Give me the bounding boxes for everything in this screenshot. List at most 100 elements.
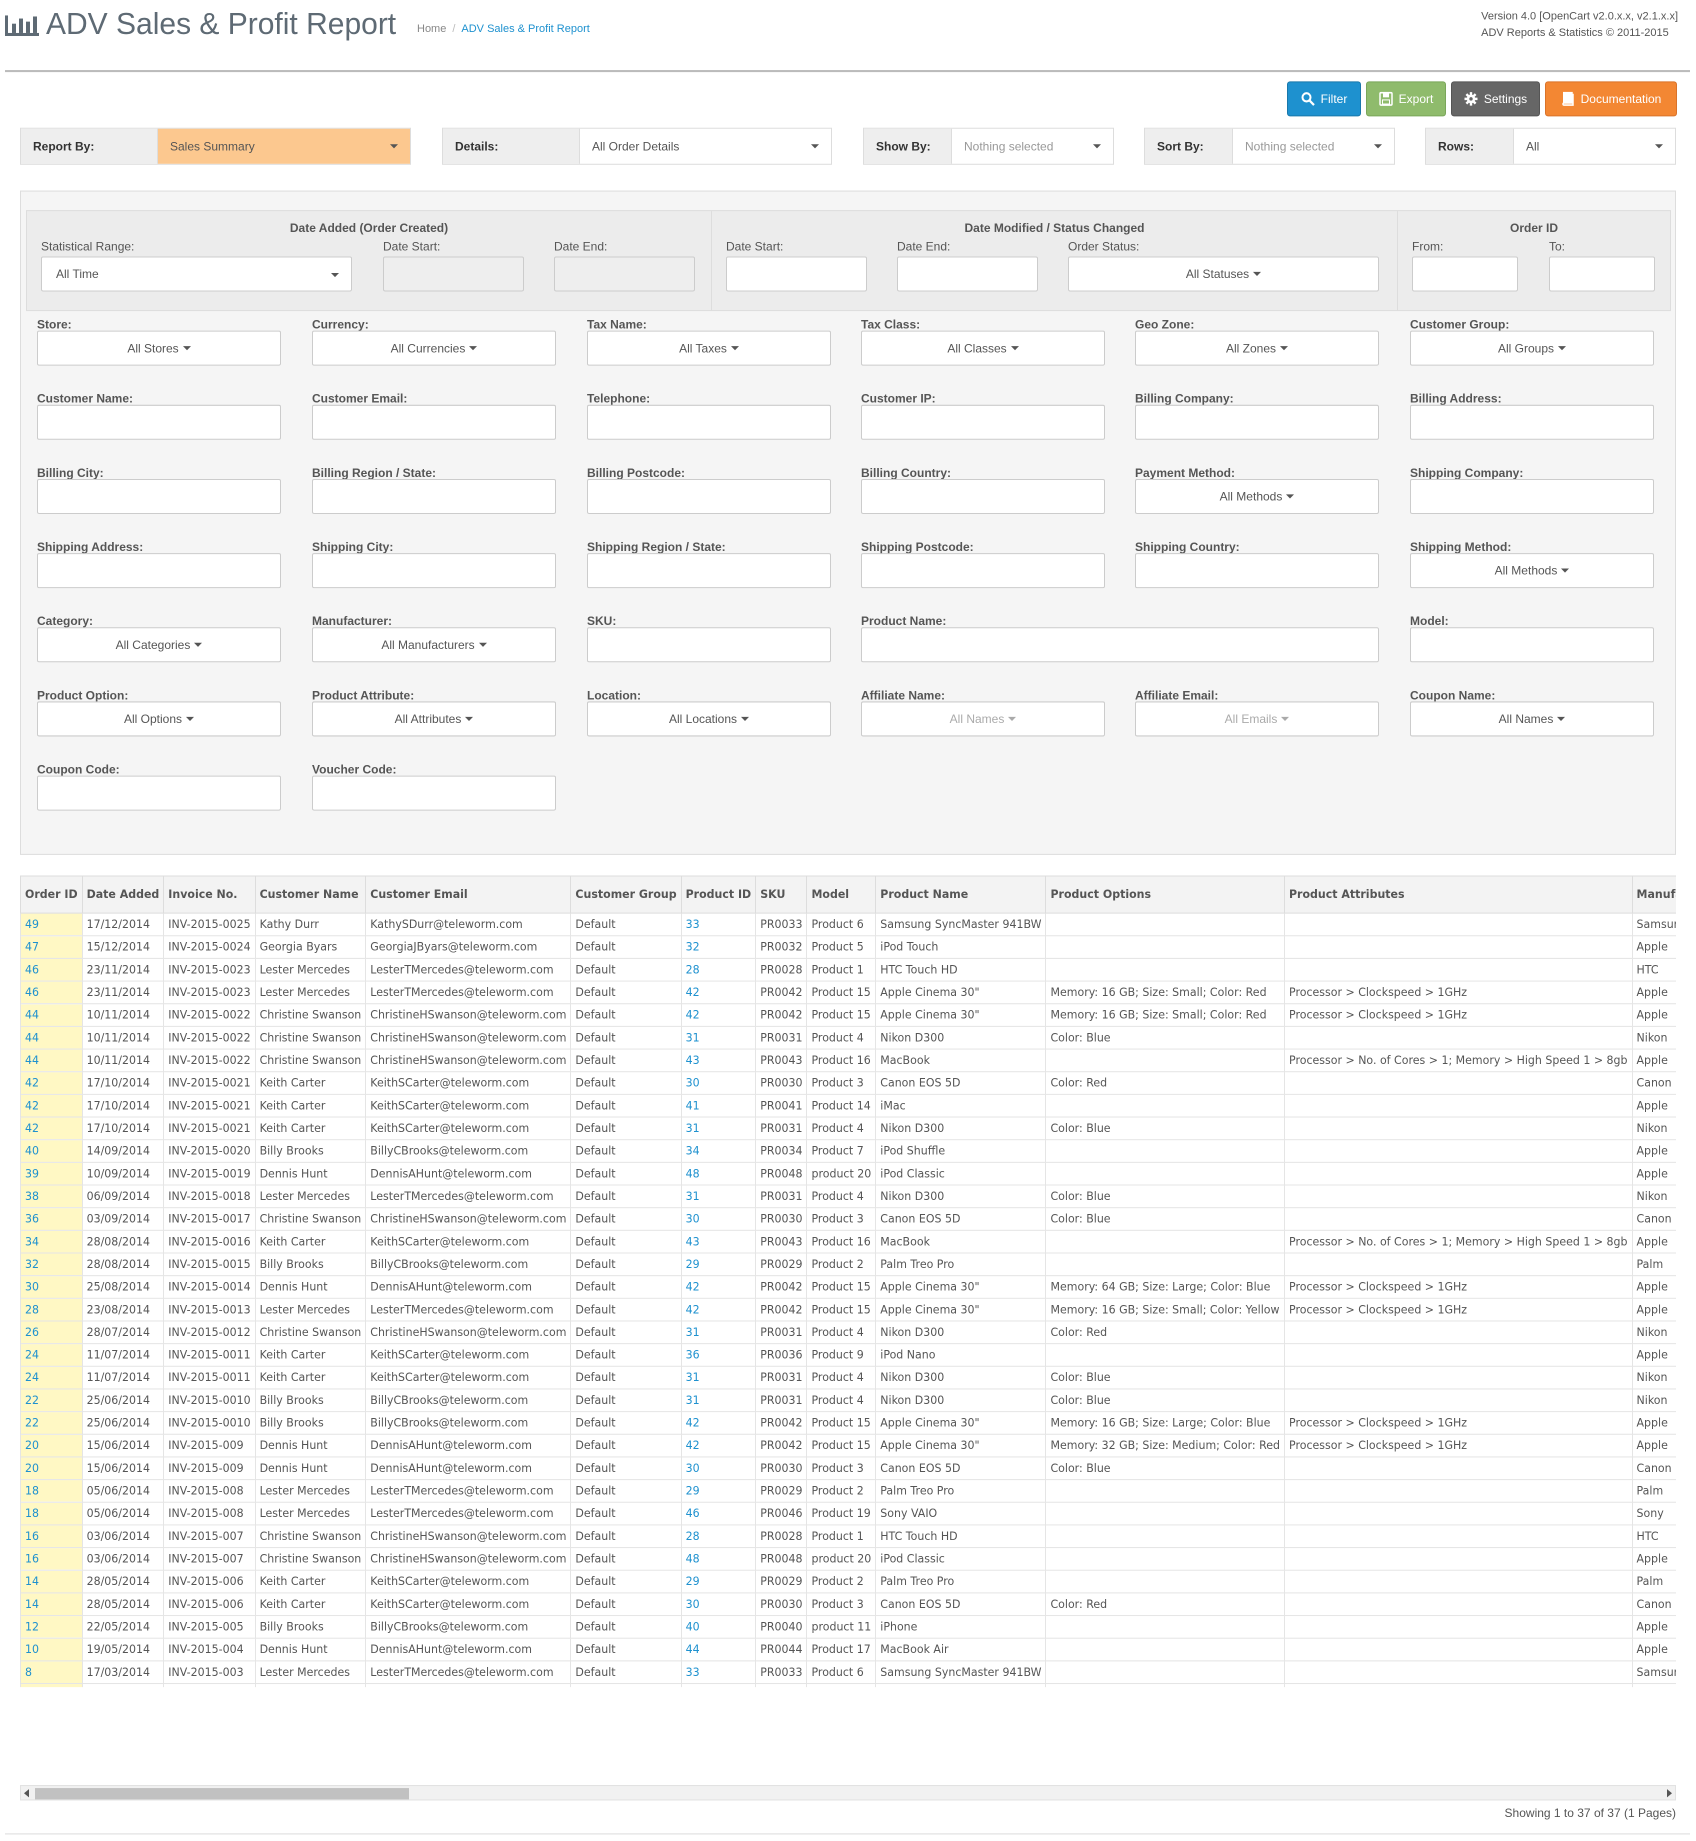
breadcrumb-current[interactable]: ADV Sales & Profit Report (461, 23, 589, 35)
details-value[interactable]: All Order Details (580, 129, 831, 164)
table-cell[interactable]: 29 (680, 1569, 757, 1594)
statistical-range-select[interactable]: All Time (41, 256, 352, 292)
product-name-input[interactable] (861, 627, 1379, 663)
currency-select[interactable]: All Currencies (312, 330, 556, 366)
table-cell[interactable]: 31 (680, 1320, 757, 1345)
customer-ip-input[interactable] (861, 404, 1105, 440)
coupon-code-input[interactable] (37, 775, 281, 811)
scroll-left-arrow-icon[interactable] (24, 1789, 29, 1798)
table-cell[interactable]: 42 (680, 1003, 757, 1027)
table-cell[interactable]: 26 (20, 1320, 83, 1345)
table-cell[interactable]: 44 (20, 1025, 83, 1050)
column-header-date-added[interactable]: Date Added (81, 875, 165, 914)
breadcrumb-home[interactable]: Home (417, 23, 446, 35)
table-cell[interactable]: 30 (680, 1207, 757, 1231)
show-by-value[interactable]: Nothing selected (952, 129, 1113, 164)
coupon-name-select[interactable]: All Names (1410, 701, 1654, 737)
table-cell[interactable]: 18 (20, 1479, 83, 1503)
table-cell[interactable]: 28 (680, 1524, 757, 1549)
table-cell[interactable]: 29 (680, 1479, 757, 1503)
table-cell[interactable]: 36 (20, 1207, 83, 1231)
table-cell[interactable]: 38 (20, 1184, 83, 1209)
location-select[interactable]: All Locations (587, 701, 831, 737)
affiliate-name-select[interactable]: All Names (861, 701, 1105, 737)
tax-class-select[interactable]: All Classes (861, 330, 1105, 366)
table-cell[interactable]: 30 (680, 1071, 757, 1095)
table-cell[interactable]: 31 (680, 1025, 757, 1050)
scroll-right-arrow-icon[interactable] (1667, 1789, 1672, 1798)
column-header-product-id[interactable]: Product ID (680, 875, 757, 914)
column-header-customer-name[interactable]: Customer Name (254, 875, 367, 914)
table-cell[interactable]: 47 (20, 935, 83, 959)
store-select[interactable]: All Stores (37, 330, 281, 366)
rows-select[interactable]: Rows: All (1425, 127, 1676, 165)
table-cell[interactable]: 30 (20, 1275, 83, 1299)
table-cell[interactable]: 29 (680, 1252, 757, 1277)
shipping-city-input[interactable] (312, 553, 556, 589)
date-added-start-input[interactable] (383, 256, 524, 292)
table-cell[interactable]: 41 (680, 1683, 757, 1688)
table-cell[interactable]: 8 (20, 1683, 83, 1688)
table-cell[interactable]: 32 (20, 1252, 83, 1277)
table-cell[interactable]: 16 (20, 1524, 83, 1549)
table-cell[interactable]: 30 (680, 1456, 757, 1481)
column-header-manufacturer[interactable]: Manufacturer (1631, 875, 1676, 914)
table-cell[interactable]: 36 (680, 1343, 757, 1367)
category-select[interactable]: All Categories (37, 627, 281, 663)
column-header-product-name[interactable]: Product Name (875, 875, 1047, 914)
table-cell[interactable]: 28 (680, 957, 757, 982)
scrollbar-thumb[interactable] (35, 1788, 409, 1800)
table-cell[interactable]: 33 (680, 1660, 757, 1685)
model-input[interactable] (1410, 627, 1654, 663)
settings-button[interactable]: Settings (1451, 81, 1540, 117)
billing-postcode-input[interactable] (587, 478, 831, 514)
shipping-method-select[interactable]: All Methods (1410, 553, 1654, 589)
product-option-select[interactable]: All Options (37, 701, 281, 737)
shipping-postcode-input[interactable] (861, 553, 1105, 589)
affiliate-email-select[interactable]: All Emails (1135, 701, 1379, 737)
table-cell[interactable]: 40 (680, 1615, 757, 1639)
table-cell[interactable]: 16 (20, 1547, 83, 1571)
column-header-product-options[interactable]: Product Options (1045, 875, 1285, 914)
table-cell[interactable]: 12 (20, 1615, 83, 1639)
billing-address-input[interactable] (1410, 404, 1654, 440)
table-cell[interactable]: 14 (20, 1569, 83, 1594)
billing-company-input[interactable] (1135, 404, 1379, 440)
voucher-code-input[interactable] (312, 775, 556, 811)
report-by-select[interactable]: Report By: Sales Summary (20, 127, 411, 165)
table-cell[interactable]: 41 (680, 1093, 757, 1118)
table-cell[interactable]: 24 (20, 1343, 83, 1367)
table-cell[interactable]: 39 (20, 1161, 83, 1186)
table-cell[interactable]: 42 (680, 1275, 757, 1299)
tax-name-select[interactable]: All Taxes (587, 330, 831, 366)
table-cell[interactable]: 30 (680, 1592, 757, 1617)
customer-group-select[interactable]: All Groups (1410, 330, 1654, 366)
payment-method-select[interactable]: All Methods (1135, 478, 1379, 514)
column-header-customer-email[interactable]: Customer Email (365, 875, 572, 914)
table-cell[interactable]: 48 (680, 1161, 757, 1186)
table-cell[interactable]: 42 (20, 1116, 83, 1141)
table-cell[interactable]: 44 (20, 1048, 83, 1073)
billing-region-state-input[interactable] (312, 478, 556, 514)
table-cell[interactable]: 32 (680, 935, 757, 959)
table-cell[interactable]: 22 (20, 1411, 83, 1435)
shipping-region-state-input[interactable] (587, 553, 831, 589)
sku-input[interactable] (587, 627, 831, 663)
table-cell[interactable]: 31 (680, 1184, 757, 1209)
table-cell[interactable]: 49 (20, 912, 83, 937)
table-cell[interactable]: 8 (20, 1660, 83, 1685)
billing-country-input[interactable] (861, 478, 1105, 514)
shipping-company-input[interactable] (1410, 478, 1654, 514)
column-header-product-attributes[interactable]: Product Attributes (1284, 875, 1633, 914)
shipping-country-input[interactable] (1135, 553, 1379, 589)
table-cell[interactable]: 43 (680, 1229, 757, 1254)
table-cell[interactable]: 22 (20, 1388, 83, 1413)
order-status-select[interactable]: All Statuses (1068, 256, 1379, 292)
billing-city-input[interactable] (37, 478, 281, 514)
table-cell[interactable]: 43 (680, 1048, 757, 1073)
table-cell[interactable]: 46 (20, 957, 83, 982)
table-cell[interactable]: 31 (680, 1116, 757, 1141)
export-button[interactable]: Export (1366, 81, 1446, 117)
table-cell[interactable]: 18 (20, 1501, 83, 1526)
shipping-address-input[interactable] (37, 553, 281, 589)
